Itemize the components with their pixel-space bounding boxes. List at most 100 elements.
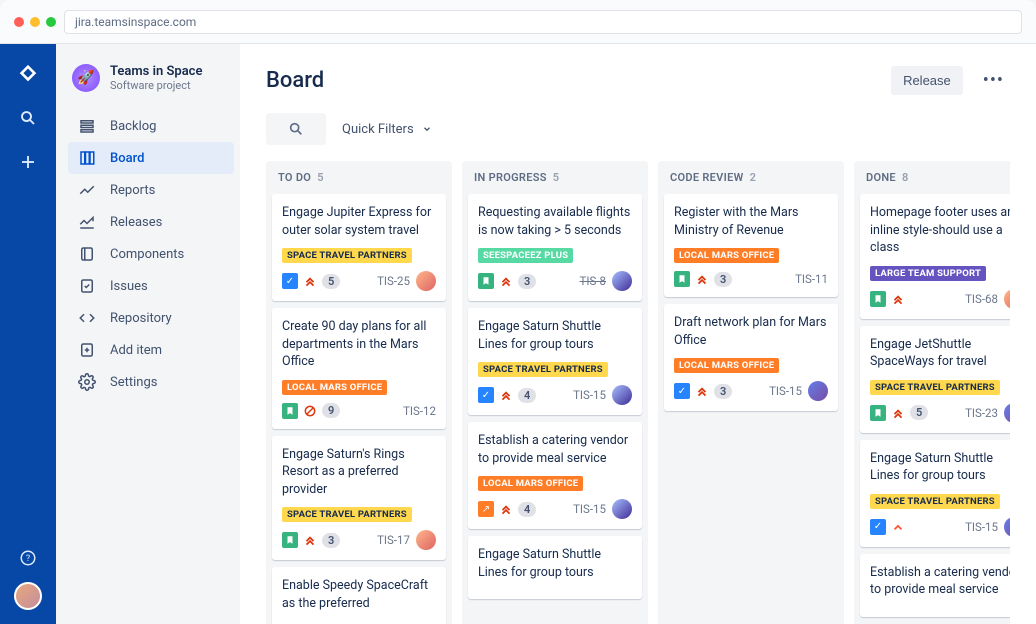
maximize-window-icon[interactable] <box>46 17 56 27</box>
priority-highest-icon <box>499 274 513 288</box>
sidebar-item-settings[interactable]: Settings <box>68 366 234 398</box>
issue-card[interactable]: Requesting available flights is now taki… <box>468 194 642 301</box>
sidebar-item-issues[interactable]: Issues <box>68 270 234 302</box>
create-icon[interactable] <box>16 150 40 174</box>
traffic-lights <box>14 17 56 27</box>
story-type-icon <box>870 291 886 307</box>
issue-card[interactable]: Engage Saturn Shuttle Lines for group to… <box>860 440 1010 547</box>
assignee-avatar[interactable] <box>612 499 632 519</box>
card-title: Create 90 day plans for all departments … <box>282 318 436 371</box>
sidebar-item-repository[interactable]: Repository <box>68 302 234 334</box>
jira-logo-icon[interactable] <box>16 62 40 86</box>
assignee-avatar[interactable] <box>416 271 436 291</box>
quick-filters-dropdown[interactable]: Quick Filters <box>342 122 432 137</box>
card-title: Register with the Mars Ministry of Reven… <box>674 204 828 239</box>
task-type-icon: ✓ <box>674 383 690 399</box>
project-sidebar: 🚀 Teams in Space Software project Backlo… <box>56 44 240 624</box>
issue-key: TIS-12 <box>403 404 436 418</box>
column-header: TO DO 5 <box>272 171 446 194</box>
chevron-down-icon <box>422 124 432 134</box>
components-icon <box>78 245 96 263</box>
more-menu-icon[interactable]: ••• <box>977 70 1010 91</box>
task-type-icon: ✓ <box>478 387 494 403</box>
issues-icon <box>78 277 96 295</box>
epic-tag: LARGE TEAM SUPPORT <box>870 266 986 281</box>
releases-icon <box>78 213 96 231</box>
sidebar-item-label: Board <box>110 151 144 166</box>
board-search-input[interactable] <box>266 113 326 145</box>
assignee-avatar[interactable] <box>612 385 632 405</box>
sidebar-item-add[interactable]: Add item <box>68 334 234 366</box>
project-icon: 🚀 <box>72 64 100 92</box>
column-count: 2 <box>747 171 757 184</box>
column-in-progress: IN PROGRESS 5Requesting available flight… <box>462 161 648 624</box>
assignee-avatar[interactable] <box>612 271 632 291</box>
assignee-avatar[interactable] <box>416 530 436 550</box>
story-type-icon <box>674 271 690 287</box>
minimize-window-icon[interactable] <box>30 17 40 27</box>
issue-card[interactable]: Create 90 day plans for all departments … <box>272 308 446 429</box>
priority-highest-icon <box>499 388 513 402</box>
release-button[interactable]: Release <box>891 66 963 95</box>
assignee-avatar[interactable] <box>1004 517 1010 537</box>
sidebar-item-components[interactable]: Components <box>68 238 234 270</box>
settings-icon <box>78 373 96 391</box>
issue-card[interactable]: Engage Saturn Shuttle Lines for group to… <box>468 308 642 415</box>
story-points: 3 <box>714 272 732 287</box>
column-header: CODE REVIEW 2 <box>664 171 838 194</box>
issue-card[interactable]: Engage JetShuttle SpaceWays for travelSP… <box>860 326 1010 433</box>
card-title: Engage JetShuttle SpaceWays for travel <box>870 336 1010 371</box>
column-header: DONE 8 <box>860 171 1010 194</box>
search-icon[interactable] <box>16 106 40 130</box>
story-points: 4 <box>518 388 536 403</box>
epic-tag: SPACE TRAVEL PARTNERS <box>870 494 1000 509</box>
issue-card[interactable]: Establish a catering vendor to provide m… <box>860 554 1010 617</box>
epic-tag: LOCAL MARS OFFICE <box>282 380 387 395</box>
help-icon[interactable]: ? <box>16 546 40 570</box>
issue-key: TIS-17 <box>377 533 410 547</box>
card-title: Engage Saturn Shuttle Lines for group to… <box>478 546 632 581</box>
global-rail: ? <box>0 44 56 624</box>
priority-highest-icon <box>499 502 513 516</box>
assignee-avatar[interactable] <box>1004 403 1010 423</box>
assignee-avatar[interactable] <box>1004 289 1010 309</box>
issue-card[interactable]: Establish a catering vendor to provide m… <box>468 422 642 529</box>
story-points: 3 <box>518 274 536 289</box>
issue-card[interactable]: Engage Saturn Shuttle Lines for group to… <box>468 536 642 599</box>
issue-card[interactable]: Register with the Mars Ministry of Reven… <box>664 194 838 297</box>
issue-card[interactable]: Engage Jupiter Express for outer solar s… <box>272 194 446 301</box>
close-window-icon[interactable] <box>14 17 24 27</box>
board-main: Board Release ••• Quick Filters TO DO 5E… <box>240 44 1036 624</box>
column-count: 8 <box>899 171 909 184</box>
issue-card[interactable]: Engage Saturn's Rings Resort as a prefer… <box>272 436 446 561</box>
story-points: 9 <box>322 403 340 418</box>
reports-icon <box>78 181 96 199</box>
epic-tag: SPACE TRAVEL PARTNERS <box>478 362 608 377</box>
url-bar[interactable]: jira.teamsinspace.com <box>64 10 1022 34</box>
epic-tag: SPACE TRAVEL PARTNERS <box>282 507 412 522</box>
sidebar-item-backlog[interactable]: Backlog <box>68 110 234 142</box>
issue-key: TIS-15 <box>965 520 998 534</box>
story-points: 3 <box>714 384 732 399</box>
epic-tag: LOCAL MARS OFFICE <box>674 358 779 373</box>
sidebar-item-label: Releases <box>110 215 162 230</box>
card-title: Engage Jupiter Express for outer solar s… <box>282 204 436 239</box>
epic-tag: SPACE TRAVEL PARTNERS <box>282 248 412 263</box>
priority-highest-icon <box>303 533 317 547</box>
priority-medium-icon <box>891 520 905 534</box>
priority-highest-icon <box>695 272 709 286</box>
project-header[interactable]: 🚀 Teams in Space Software project <box>68 64 234 92</box>
card-title: Establish a catering vendor to provide m… <box>870 564 1010 599</box>
sidebar-item-releases[interactable]: Releases <box>68 206 234 238</box>
epic-tag: LOCAL MARS OFFICE <box>478 476 583 491</box>
issue-card[interactable]: Enable Speedy SpaceCraft as the preferre… <box>272 567 446 624</box>
sidebar-item-board[interactable]: Board <box>68 142 234 174</box>
svg-text:?: ? <box>26 554 30 564</box>
sidebar-item-reports[interactable]: Reports <box>68 174 234 206</box>
issue-card[interactable]: Draft network plan for Mars OfficeLOCAL … <box>664 304 838 411</box>
priority-highest-icon <box>695 384 709 398</box>
user-avatar[interactable] <box>14 582 42 610</box>
assignee-avatar[interactable] <box>808 381 828 401</box>
issue-card[interactable]: Homepage footer uses an inline style-sho… <box>860 194 1010 319</box>
browser-chrome: jira.teamsinspace.com <box>0 0 1036 44</box>
